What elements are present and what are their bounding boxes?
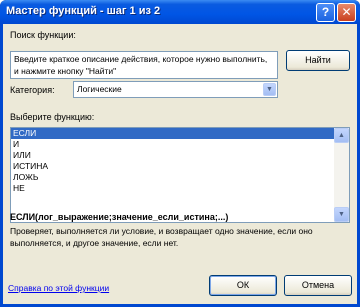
category-selected-value: Логические <box>77 84 122 94</box>
function-description: Проверяет, выполняется ли условие, и воз… <box>10 226 313 248</box>
scroll-down-icon[interactable]: ▼ <box>334 207 349 222</box>
function-item-true[interactable]: ИСТИНА <box>11 161 340 172</box>
help-button[interactable]: ? <box>316 3 335 22</box>
ok-button[interactable]: ОК <box>209 275 277 296</box>
chevron-down-icon[interactable]: ▼ <box>263 83 276 96</box>
function-list[interactable]: ЕСЛИ И ИЛИ ИСТИНА ЛОЖЬ НЕ <box>10 127 341 223</box>
search-description-input[interactable]: Введите краткое описание действия, котор… <box>10 51 278 79</box>
function-wizard-dialog: Мастер функций - шаг 1 из 2 ? ✕ Поиск фу… <box>0 0 360 307</box>
dialog-body: Поиск функции: Введите краткое описание … <box>3 24 357 304</box>
function-list-scrollbar[interactable]: ▲ ▼ <box>334 127 350 223</box>
title-bar[interactable]: Мастер функций - шаг 1 из 2 ? ✕ <box>0 0 360 24</box>
function-item-and[interactable]: И <box>11 139 340 150</box>
close-button[interactable]: ✕ <box>337 3 356 22</box>
function-item-if[interactable]: ЕСЛИ <box>11 128 340 139</box>
help-on-function-link[interactable]: Справка по этой функции <box>8 283 109 293</box>
scroll-up-icon[interactable]: ▲ <box>334 128 349 143</box>
window-title: Мастер функций - шаг 1 из 2 <box>6 5 161 17</box>
function-syntax: ЕСЛИ(лог_выражение;значение_если_истина;… <box>10 212 229 222</box>
find-button[interactable]: Найти <box>286 50 350 71</box>
category-select[interactable]: Логические ▼ <box>73 81 278 98</box>
function-list-label: Выберите функцию: <box>10 112 95 122</box>
search-label: Поиск функции: <box>10 30 76 40</box>
function-item-not[interactable]: НЕ <box>11 183 340 194</box>
category-label: Категория: <box>10 85 55 95</box>
function-item-or[interactable]: ИЛИ <box>11 150 340 161</box>
function-item-false[interactable]: ЛОЖЬ <box>11 172 340 183</box>
cancel-button[interactable]: Отмена <box>284 275 352 296</box>
